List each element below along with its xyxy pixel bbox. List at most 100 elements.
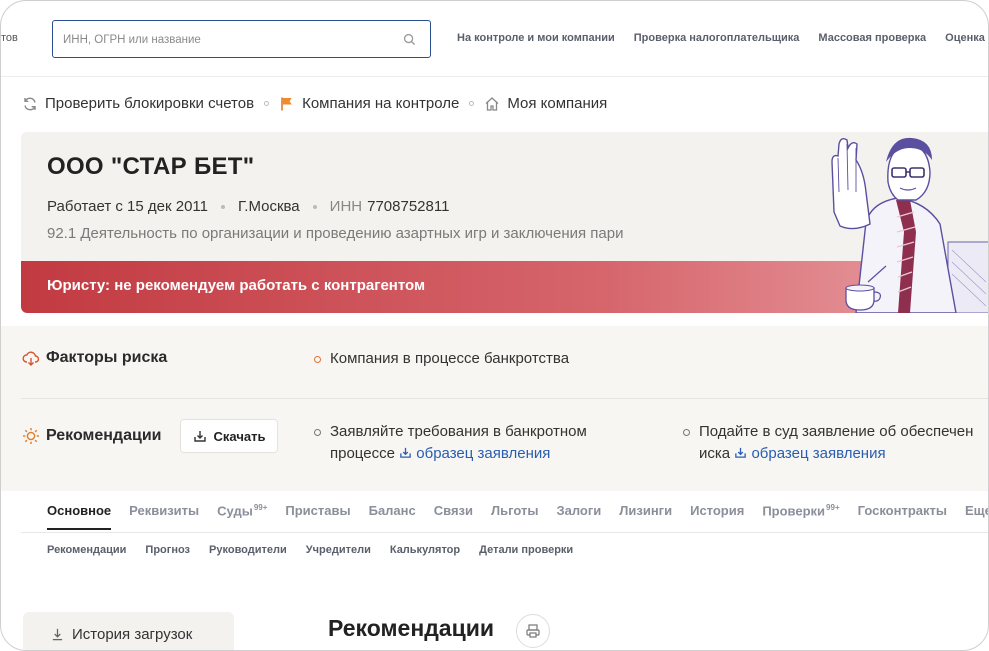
tab-courts[interactable]: Суды99+ xyxy=(217,503,267,530)
inn-value: 7708752811 xyxy=(367,198,450,215)
okved-description: 92.1 Деятельность по организации и прове… xyxy=(47,225,624,242)
subtab-calculator[interactable]: Калькулятор xyxy=(390,544,460,556)
nav-links: На контроле и мои компании Проверка нало… xyxy=(457,32,985,44)
subtab-founders[interactable]: Учредители xyxy=(306,544,371,556)
tab-history[interactable]: История xyxy=(690,503,744,530)
nav-link-mass-check[interactable]: Массовая проверка xyxy=(818,32,926,44)
risk-factors-title: Факторы риска xyxy=(22,349,167,367)
warning-text: Юристу: не рекомендуем работать с контра… xyxy=(47,277,426,294)
tab-pledges[interactable]: Залоги xyxy=(556,503,601,530)
refresh-icon xyxy=(24,97,36,110)
tab-label: История xyxy=(690,503,745,518)
tab-balance[interactable]: Баланс xyxy=(369,503,416,530)
recommendations-title: Рекомендации xyxy=(22,427,162,445)
sample-link-label: образец заявления xyxy=(416,445,551,462)
tab-label: Еще xyxy=(965,503,988,518)
recommendation-item: Заявляйте требования в банкротном процес… xyxy=(314,421,634,465)
download-button[interactable]: Скачать xyxy=(180,419,278,453)
sample-link-label: образец заявления xyxy=(751,445,886,462)
separator-dot xyxy=(312,204,317,209)
nav-link-taxpayer-check[interactable]: Проверка налогоплательщика xyxy=(634,32,800,44)
separator-dot xyxy=(469,101,475,106)
tab-requisites[interactable]: Реквизиты xyxy=(129,503,199,530)
risk-item-text: Компания в процессе банкротства xyxy=(330,350,570,367)
search-input[interactable] xyxy=(63,31,393,49)
on-control-button[interactable]: Компания на контроле xyxy=(279,95,459,112)
tab-label: Проверки xyxy=(762,503,826,519)
search-icon[interactable] xyxy=(403,33,416,46)
main-tabs: Основное Реквизиты Суды99+ Приставы Бала… xyxy=(47,503,988,531)
home-icon xyxy=(485,96,499,111)
tab-label: Льготы xyxy=(491,503,539,518)
nav-link-rating[interactable]: Оценка xyxy=(945,32,985,44)
subtab-check-details[interactable]: Детали проверки xyxy=(479,544,573,556)
top-nav: тов На контроле и мои компании Проверка … xyxy=(1,1,988,77)
recommendation-line1: Заявляйте требования в банкротном xyxy=(330,423,587,440)
subtab-recommendations[interactable]: Рекомендации xyxy=(47,544,126,556)
download-icon xyxy=(193,431,206,442)
download-icon xyxy=(400,447,411,458)
company-name: ООО "СТАР БЕТ" xyxy=(47,153,255,180)
lawyer-illustration xyxy=(831,137,988,313)
nav-link-truncated[interactable]: тов xyxy=(1,32,18,44)
subtab-managers[interactable]: Руководители xyxy=(209,544,287,556)
tab-benefits[interactable]: Льготы xyxy=(491,503,538,530)
recommendation-line1: Подайте в суд заявление об обеспечен xyxy=(699,423,974,440)
risk-factors-label: Факторы риска xyxy=(46,349,168,366)
company-city: Г.Москва xyxy=(237,198,300,215)
app-frame: тов На контроле и мои компании Проверка … xyxy=(0,0,989,651)
check-blocks-label: Проверить блокировки счетов xyxy=(45,95,255,112)
sample-link[interactable]: образец заявления xyxy=(734,445,886,462)
nav-link-monitoring[interactable]: На контроле и мои компании xyxy=(457,32,615,44)
recommendations-heading: Рекомендации xyxy=(328,615,495,641)
sample-link[interactable]: образец заявления xyxy=(399,445,550,462)
my-company-label: Моя компания xyxy=(507,95,608,112)
tab-label: Связи xyxy=(433,503,473,518)
check-blocks-button[interactable]: Проверить блокировки счетов xyxy=(22,95,254,112)
recommendation-item: Подайте в суд заявление об обеспечен иск… xyxy=(683,421,988,465)
risk-item: Компания в процессе банкротства xyxy=(314,348,734,370)
tab-count-badge: 99+ xyxy=(253,503,268,512)
bullet-dot xyxy=(314,429,321,436)
tab-gov-contracts[interactable]: Госконтракты xyxy=(858,503,947,530)
subtab-forecast[interactable]: Прогноз xyxy=(145,544,190,556)
sun-icon xyxy=(23,428,39,444)
tab-label: Реквизиты xyxy=(129,503,200,518)
download-history-button[interactable]: История загрузок xyxy=(23,612,234,650)
tab-connections[interactable]: Связи xyxy=(434,503,473,530)
recommendation-text: Заявляйте требования в банкротном процес… xyxy=(330,421,634,465)
recommendation-text: Подайте в суд заявление об обеспечен иск… xyxy=(699,421,988,465)
tab-main[interactable]: Основное xyxy=(47,503,112,531)
tab-leasing[interactable]: Лизинги xyxy=(619,503,672,530)
download-history-label: История загрузок xyxy=(72,625,193,643)
separator-dot xyxy=(264,101,270,106)
company-header-card: ООО "СТАР БЕТ" Работает с 15 дек 2011 Г.… xyxy=(21,132,988,313)
company-meta: Работает с 15 дек 2011 Г.Москва ИНН 7708… xyxy=(47,198,449,215)
tab-more[interactable]: Еще xyxy=(965,503,988,530)
tab-label: Баланс xyxy=(368,503,416,518)
my-company-button[interactable]: Моя компания xyxy=(484,95,607,112)
download-icon xyxy=(52,628,63,640)
search-box[interactable] xyxy=(52,20,431,58)
action-row: Проверить блокировки счетов Компания на … xyxy=(22,95,607,112)
flag-icon xyxy=(281,97,292,110)
risk-recommendations-block: Факторы риска Компания в процессе банкро… xyxy=(1,326,988,491)
download-label: Скачать xyxy=(213,428,266,444)
separator-dot xyxy=(220,204,225,209)
bullet-dot xyxy=(683,429,690,436)
tab-count-badge: 99+ xyxy=(826,503,840,512)
works-since: Работает с 15 дек 2011 xyxy=(47,198,208,215)
bullet-dot xyxy=(314,356,321,363)
tab-bailiffs[interactable]: Приставы xyxy=(285,503,350,530)
tab-label: Госконтракты xyxy=(857,503,947,518)
print-button[interactable] xyxy=(516,614,550,648)
tab-inspections[interactable]: Проверки99+ xyxy=(762,503,839,530)
on-control-label: Компания на контроле xyxy=(302,95,460,112)
print-icon xyxy=(526,624,540,638)
cloud-download-icon xyxy=(22,351,40,366)
tab-label: Суды xyxy=(217,503,253,519)
recommendations-label: Рекомендации xyxy=(46,427,162,444)
section-divider xyxy=(21,398,988,399)
tab-label: Основное xyxy=(47,503,112,518)
sub-tabs: Рекомендации Прогноз Руководители Учреди… xyxy=(47,544,573,556)
